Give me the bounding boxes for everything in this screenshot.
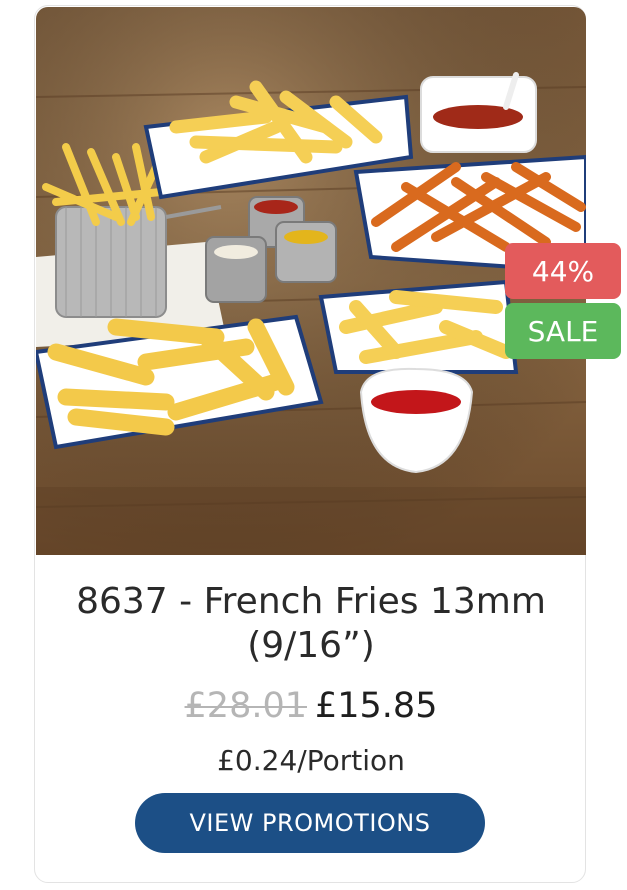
old-price: £28.01 [184, 686, 307, 726]
discount-badge: 44% [505, 243, 621, 299]
product-title[interactable]: 8637 - French Fries 13mm (9/16”) [45, 580, 577, 668]
price-per-portion: £0.24/Portion [217, 744, 405, 777]
view-promotions-button[interactable]: VIEW PROMOTIONS [135, 793, 485, 853]
product-image[interactable] [36, 7, 586, 555]
current-price: £15.85 [315, 686, 438, 726]
sale-badge: SALE [505, 303, 621, 359]
price-row: £28.01 £15.85 [35, 684, 587, 728]
product-card[interactable]: 44% SALE 8637 - French Fries 13mm (9/16”… [34, 5, 621, 883]
